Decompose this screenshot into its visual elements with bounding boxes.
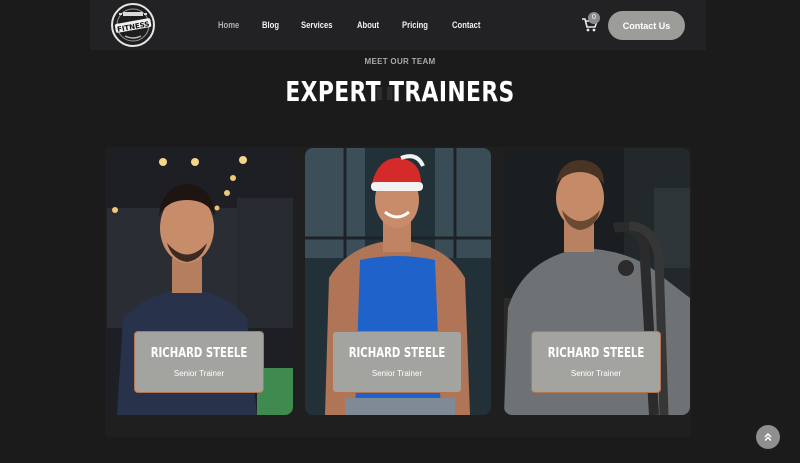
trainer-info-box: RICHARD STEELE Senior Trainer bbox=[134, 331, 264, 393]
trainer-card[interactable]: RICHARD STEELE Senior Trainer bbox=[305, 148, 491, 415]
nav-home[interactable]: Home bbox=[218, 20, 239, 30]
trainer-name: RICHARD STEELE bbox=[547, 346, 645, 361]
trainer-role: Senior Trainer bbox=[173, 369, 225, 378]
trainer-card[interactable]: RICHARD STEELE Senior Trainer bbox=[107, 148, 293, 415]
trainer-info-box: RICHARD STEELE Senior Trainer bbox=[332, 331, 462, 393]
contact-us-button[interactable]: Contact Us bbox=[608, 11, 685, 40]
cart-count-badge: 0 bbox=[588, 12, 600, 24]
section-eyebrow: MEET OUR TEAM bbox=[364, 57, 436, 66]
section-heading: EXPERT TRAINERS bbox=[285, 75, 515, 108]
nav-services[interactable]: Services bbox=[301, 20, 332, 30]
nav-pricing[interactable]: Pricing bbox=[402, 20, 428, 30]
trainer-info-box: RICHARD STEELE Senior Trainer bbox=[531, 331, 661, 393]
nav-about[interactable]: About bbox=[357, 20, 379, 30]
trainer-role: Senior Trainer bbox=[570, 369, 622, 378]
fitness-logo[interactable]: FITNESS bbox=[110, 2, 156, 48]
trainer-card[interactable]: RICHARD STEELE Senior Trainer bbox=[504, 148, 690, 415]
nav-blog[interactable]: Blog bbox=[262, 20, 279, 30]
main-nav: Home Blog Services About Pricing Contact bbox=[218, 0, 504, 50]
trainer-name: RICHARD STEELE bbox=[150, 346, 248, 361]
scroll-to-top-button[interactable] bbox=[756, 425, 780, 449]
double-chevron-up-icon bbox=[764, 432, 772, 442]
navbar: FITNESS Home Blog Services About Pricing… bbox=[90, 0, 706, 50]
trainer-name: RICHARD STEELE bbox=[348, 346, 446, 361]
trainer-role: Senior Trainer bbox=[371, 369, 423, 378]
nav-contact[interactable]: Contact bbox=[452, 20, 480, 30]
